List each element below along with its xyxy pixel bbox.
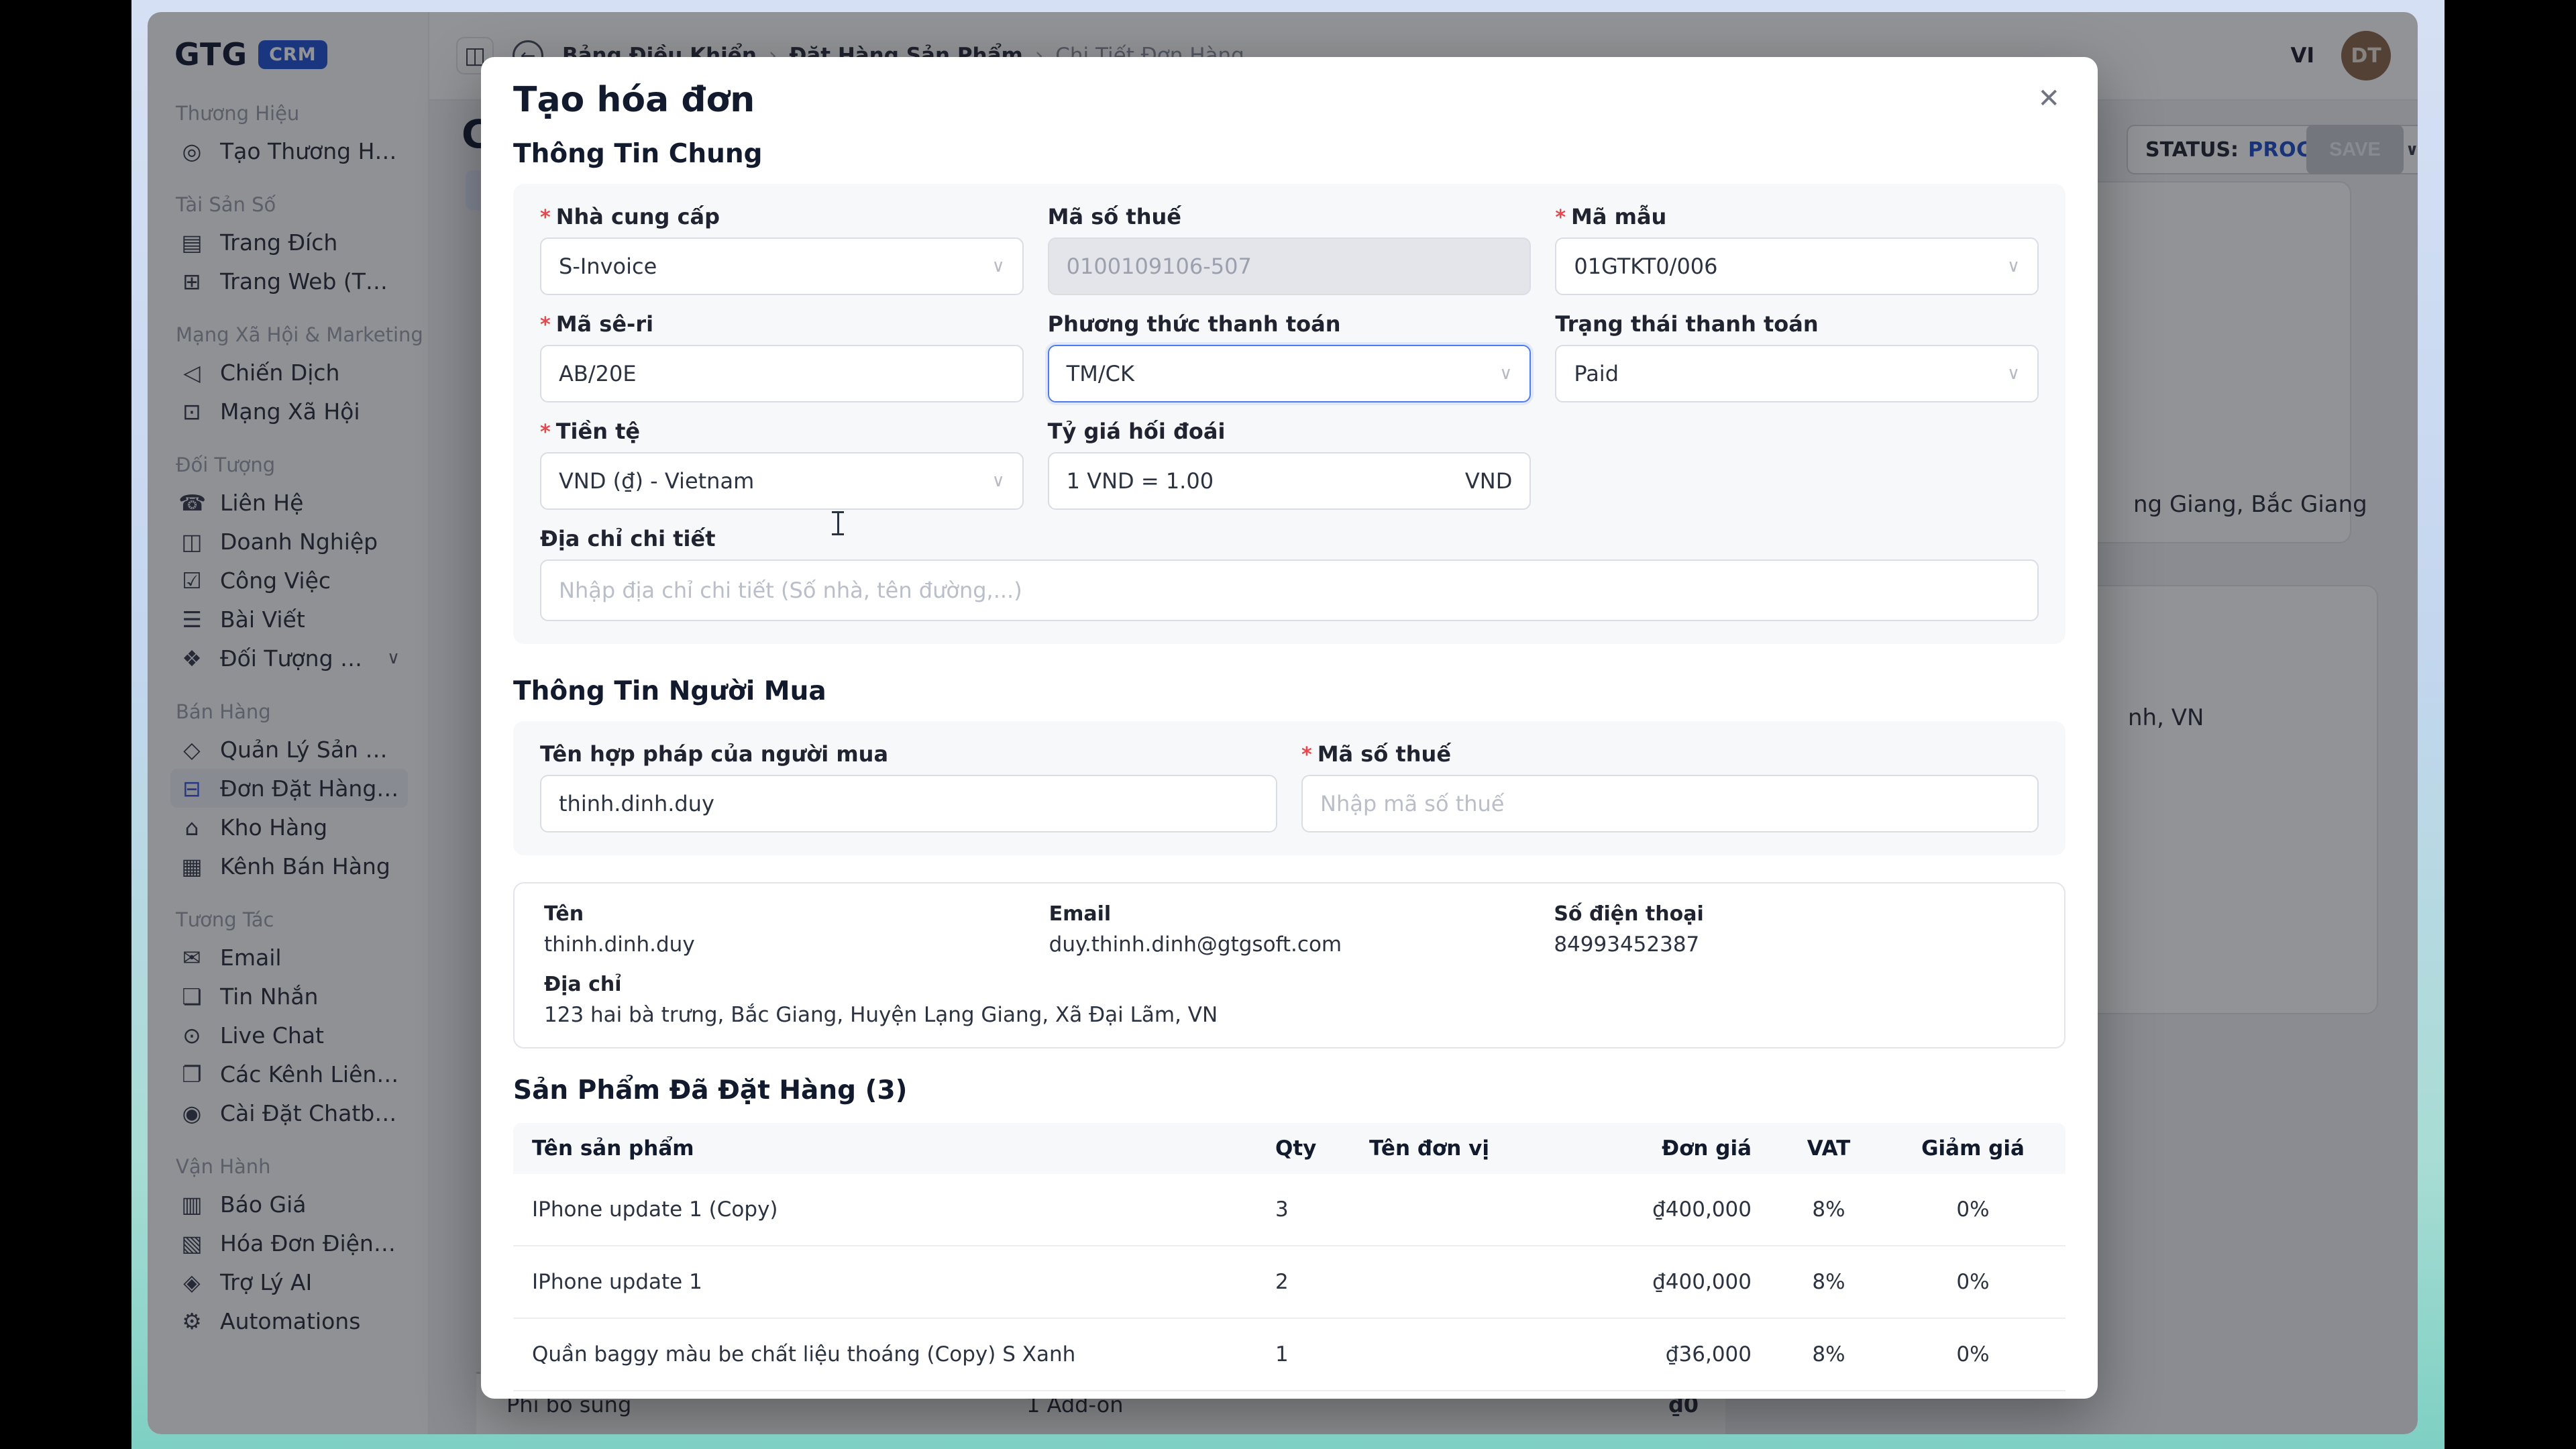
buyer-legal-name-field: Tên hợp pháp của người mua [540,741,1277,833]
general-info-group: * Nhà cung cấp S-Invoice ∨ Mã số thuế 010… [513,184,2065,644]
address-detail-field: Địa chỉ chi tiết [540,526,2039,621]
buyer-tax-code-input[interactable] [1320,791,2020,816]
product-qty: 1 [1275,1342,1289,1366]
required-star: * [1555,206,1566,229]
currency-suffix: VND [1464,468,1513,494]
address-detail-input[interactable] [559,578,2020,603]
table-row: IPhone update 1 2 ₫400,000 8% 0% [513,1246,2065,1319]
payment-status-select[interactable]: Paid ∨ [1555,345,2039,402]
product-vat: 8% [1812,1197,1845,1222]
product-price: ₫400,000 [1652,1197,1752,1222]
exchange-rate-field: Tỷ giá hối đoái 1 VND = 1.00 VND [1047,419,1532,510]
modal-title: Tạo hóa đơn [513,80,755,120]
payment-method-select[interactable]: TM/CK ∨ [1047,345,1532,402]
chevron-down-icon: ∨ [1499,364,1513,384]
product-discount: 0% [1956,1197,1990,1222]
chevron-down-icon: ∨ [2006,364,2020,384]
payment-status-field: Trạng thái thanh toán Paid ∨ [1555,311,2039,402]
required-star: * [540,206,551,229]
tax-code-field: Mã số thuế 0100109106-507 [1047,204,1532,295]
product-vat: 8% [1812,1342,1845,1366]
currency-field: * Tiền tệ VND (₫) - Vietnam ∨ [540,419,1024,510]
product-qty: 3 [1275,1197,1289,1222]
exchange-rate-input[interactable]: 1 VND = 1.00 VND [1047,452,1532,510]
general-info-heading: Thông Tin Chung [513,139,763,169]
product-qty: 2 [1275,1270,1289,1294]
product-name: IPhone update 1 (Copy) [532,1197,778,1222]
supplier-select[interactable]: S-Invoice ∨ [540,237,1024,295]
buyer-name: Tên thinh.dinh.duy [544,902,695,957]
serial-input[interactable] [559,361,1005,386]
table-header: Tên sản phẩm Qty Tên đơn vị Đơn giá VAT … [513,1123,2065,1174]
product-name: IPhone update 1 [532,1270,702,1294]
products-table: Tên sản phẩm Qty Tên đơn vị Đơn giá VAT … [513,1123,2065,1391]
serial-field: * Mã sê-ri [540,311,1024,402]
buyer-email: Email duy.thinh.dinh@gtgsoft.com [1049,902,1342,957]
required-star: * [1301,743,1312,767]
buyer-tax-code-field: * Mã số thuế [1301,741,2039,833]
product-price: ₫400,000 [1652,1270,1752,1294]
product-discount: 0% [1956,1342,1990,1366]
tax-code-input: 0100109106-507 [1047,237,1532,295]
buyer-phone: Số điện thoại 84993452387 [1554,902,1704,957]
product-name: Quần baggy màu be chất liệu thoáng (Copy… [532,1342,1076,1366]
buyer-info-group: Tên hợp pháp của người mua *Mã số thuế [513,721,2065,855]
products-heading: Sản Phẩm Đã Đặt Hàng (3) [513,1075,908,1106]
product-discount: 0% [1956,1270,1990,1294]
template-code-select[interactable]: 01GTKT0/006 ∨ [1555,237,2039,295]
template-code-field: * Mã mẫu 01GTKT0/006 ∨ [1555,204,2039,295]
table-row: Quần baggy màu be chất liệu thoáng (Copy… [513,1319,2065,1391]
table-row: IPhone update 1 (Copy) 3 ₫400,000 8% 0% [513,1174,2065,1246]
product-price: ₫36,000 [1665,1342,1752,1366]
chevron-down-icon: ∨ [2006,256,2020,276]
chevron-down-icon: ∨ [991,471,1005,491]
buyer-legal-name-input[interactable] [559,791,1258,816]
payment-method-field: Phương thức thanh toán TM/CK ∨ [1047,311,1532,402]
create-invoice-modal: Tạo hóa đơn ✕ Thông Tin Chung * Nhà cung … [481,57,2098,1399]
buyer-info-heading: Thông Tin Người Mua [513,676,826,706]
modal-header: Tạo hóa đơn ✕ [513,80,2065,120]
close-icon[interactable]: ✕ [2032,80,2065,117]
buyer-address: Địa chỉ 123 hai bà trưng, Bắc Giang, Huy… [544,973,1218,1027]
app-window: GTG CRM Thương Hiệu ◎ Tạo Thương Hiệu ∨ … [148,12,2418,1434]
required-star: * [540,421,551,444]
required-star: * [540,313,551,337]
buyer-summary-card: Tên thinh.dinh.duy Email duy.thinh.dinh@… [513,882,2065,1049]
supplier-field: * Nhà cung cấp S-Invoice ∨ [540,204,1024,295]
currency-select[interactable]: VND (₫) - Vietnam ∨ [540,452,1024,510]
chevron-down-icon: ∨ [991,256,1005,276]
modal-footer: HỦY BỎ TẠO MỚI [513,1391,2065,1399]
product-vat: 8% [1812,1270,1845,1294]
